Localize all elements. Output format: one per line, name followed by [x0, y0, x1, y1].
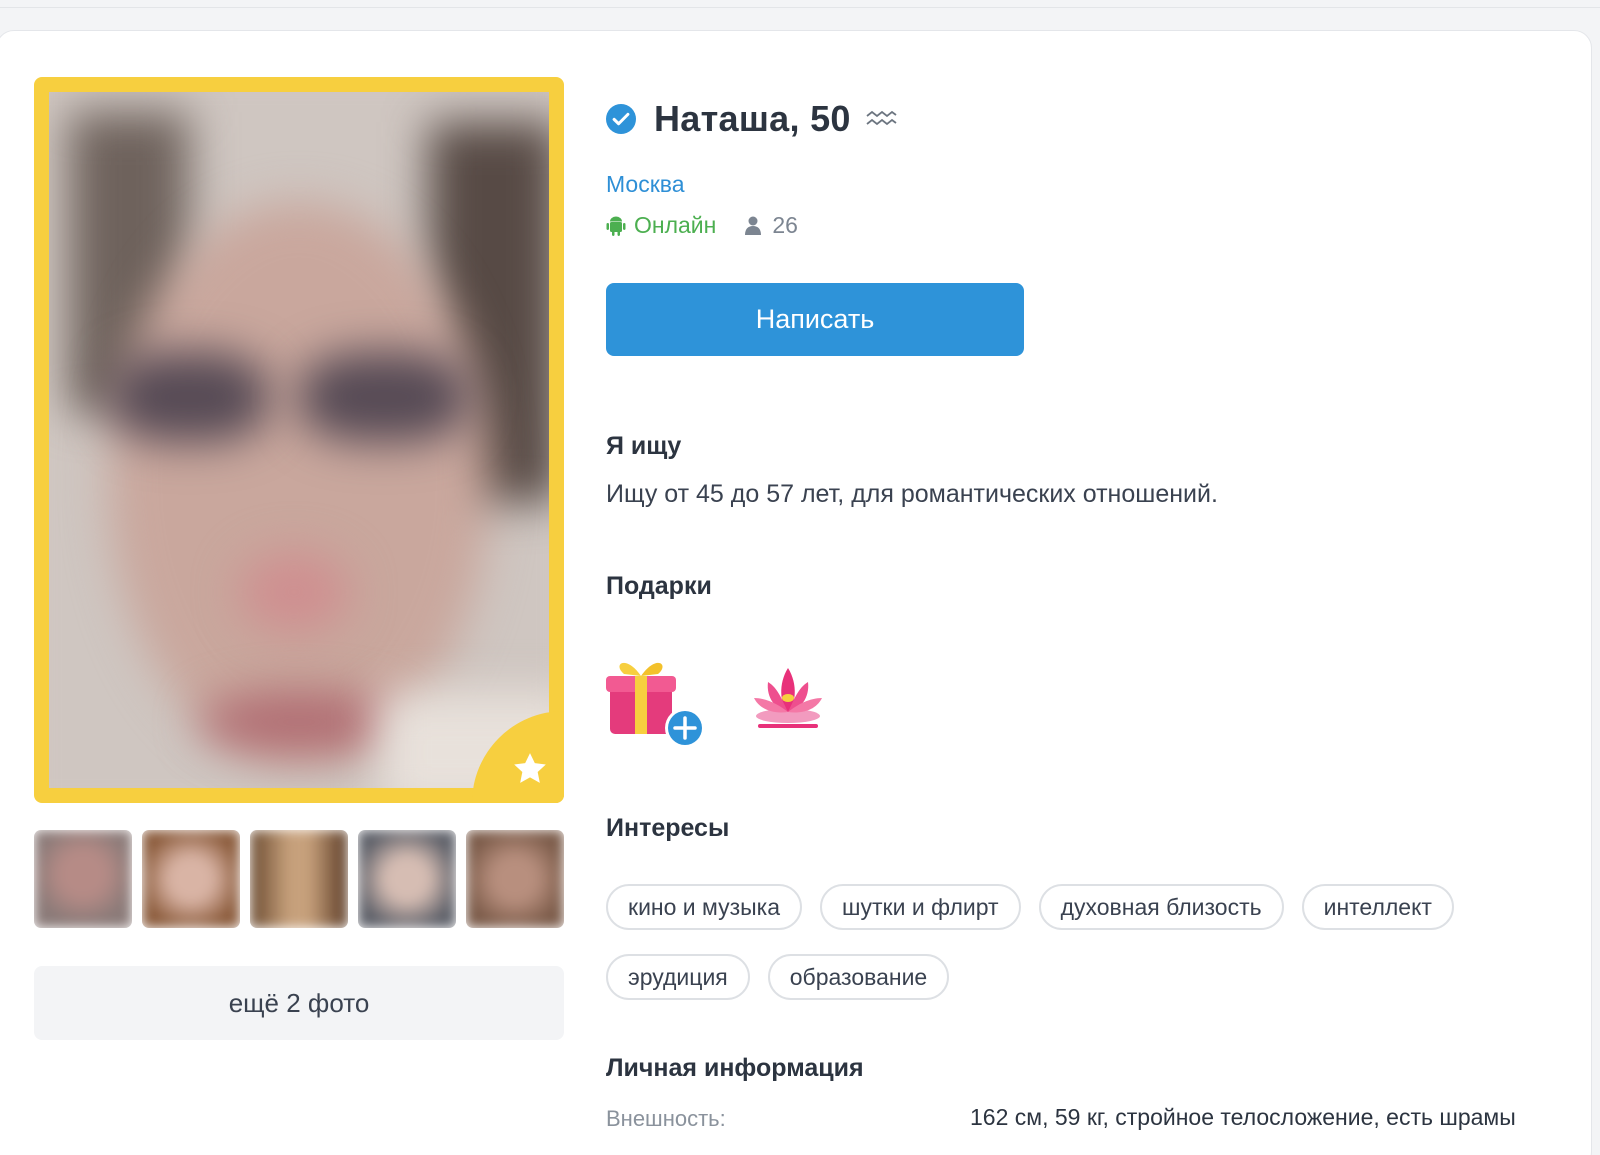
gift-box-add-icon: [606, 662, 705, 748]
photo-thumbnail[interactable]: [466, 830, 564, 928]
person-icon: [745, 216, 762, 235]
appearance-value: 162 см, 59 кг, стройное телосложение, ес…: [970, 1104, 1516, 1130]
interests-title: Интересы: [606, 814, 730, 842]
status-row: Онлайн 26: [606, 212, 798, 239]
verified-check-icon: [606, 104, 636, 134]
star-icon: [514, 753, 546, 783]
interest-tag[interactable]: шутки и флирт: [820, 884, 1021, 930]
city-link[interactable]: Москва: [606, 171, 685, 198]
interest-tag[interactable]: эрудиция: [606, 954, 750, 1000]
photo-thumbnails: [34, 830, 564, 928]
interest-tag[interactable]: интеллект: [1301, 884, 1454, 930]
profile-name: Наташа, 50: [654, 98, 851, 139]
photo-thumbnail[interactable]: [250, 830, 348, 928]
interest-tag[interactable]: образование: [767, 954, 950, 1000]
personal-info-title: Личная информация: [606, 1054, 864, 1082]
online-status-text: Онлайн: [634, 212, 717, 238]
write-message-button[interactable]: Написать: [606, 283, 1024, 356]
looking-for-title: Я ищу: [606, 432, 682, 460]
online-status: Онлайн: [606, 212, 716, 239]
gift-item[interactable]: [748, 660, 828, 740]
gifts-title: Подарки: [606, 572, 712, 600]
more-photos-button[interactable]: ещё 2 фото: [34, 966, 564, 1040]
photo-thumbnail[interactable]: [142, 830, 240, 928]
looking-for-text: Ищу от 45 до 57 лет, для романтических о…: [606, 480, 1218, 508]
interest-tag[interactable]: духовная близость: [1038, 884, 1284, 930]
gift-item[interactable]: [604, 652, 708, 752]
android-icon: [606, 216, 626, 236]
interests-list: кино и музыка шутки и флирт духовная бли…: [606, 884, 1566, 1000]
interest-tag[interactable]: кино и музыка: [606, 884, 803, 930]
aquarius-zodiac-icon[interactable]: [865, 108, 897, 130]
views-count-text: 26: [772, 212, 798, 238]
photo-thumbnail[interactable]: [34, 830, 132, 928]
main-photo[interactable]: [49, 92, 549, 788]
appearance-label: Внешность:: [606, 1106, 726, 1131]
main-photo-frame[interactable]: [34, 77, 564, 803]
photo-thumbnail[interactable]: [358, 830, 456, 928]
views-count: 26: [744, 212, 798, 239]
top-bar: [0, 0, 1600, 8]
name-row: Наташа, 50: [606, 98, 897, 140]
lotus-flower-gift-icon: [754, 668, 822, 728]
